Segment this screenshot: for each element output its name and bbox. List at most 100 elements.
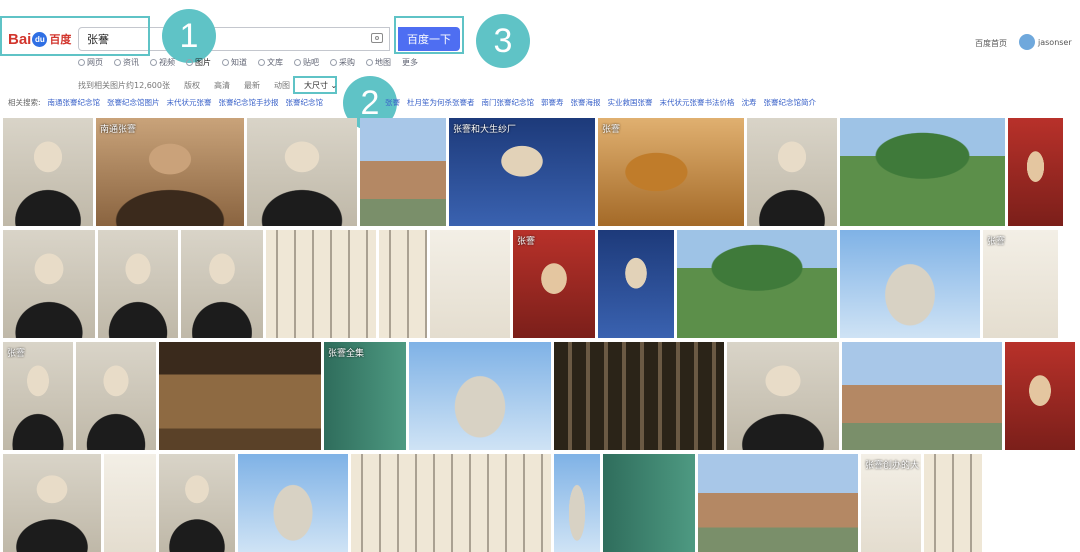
- tab-map[interactable]: 地图: [366, 57, 391, 68]
- related-link[interactable]: 杜月笙为何杀张謇者: [407, 97, 475, 108]
- filter-copyright[interactable]: 版权: [184, 80, 200, 91]
- image-thumbnail[interactable]: [840, 118, 1005, 226]
- related-link[interactable]: 张謇纪念馆简介: [764, 97, 817, 108]
- thumbnail-caption: 张謇: [517, 237, 536, 247]
- image-thumbnail[interactable]: [3, 454, 101, 552]
- image-thumbnail[interactable]: [360, 118, 446, 226]
- thumbnail-caption: 张謇全集: [328, 349, 365, 359]
- tab-caigou[interactable]: 采购: [330, 57, 355, 68]
- image-thumbnail[interactable]: [104, 454, 156, 552]
- image-thumbnail[interactable]: 南通张謇: [96, 118, 244, 226]
- related-link[interactable]: 张謇海报: [571, 97, 601, 108]
- thumbnail-caption: 张謇: [987, 237, 1006, 247]
- image-thumbnail[interactable]: [677, 230, 837, 338]
- tab-zhidao[interactable]: 知道: [222, 57, 247, 68]
- image-thumbnail[interactable]: [98, 230, 178, 338]
- related-link[interactable]: 张謇: [385, 97, 400, 108]
- image-thumbnail[interactable]: [159, 342, 321, 450]
- image-thumbnail[interactable]: [747, 118, 837, 226]
- image-thumbnail[interactable]: [1008, 118, 1063, 226]
- image-thumbnail[interactable]: [351, 454, 551, 552]
- image-thumbnail[interactable]: 张謇创办的大: [861, 454, 921, 552]
- image-thumbnail[interactable]: 张謇: [3, 342, 73, 450]
- result-count: 找到相关图片约12,600张: [78, 81, 170, 90]
- tab-news[interactable]: 资讯: [114, 57, 139, 68]
- map-icon: [366, 59, 373, 66]
- forum-icon: [294, 59, 301, 66]
- image-thumbnail[interactable]: [1005, 342, 1075, 450]
- image-thumbnail[interactable]: 张謇: [513, 230, 595, 338]
- filter-animated[interactable]: 动图: [274, 80, 290, 91]
- image-thumbnail[interactable]: [840, 230, 980, 338]
- image-thumbnail[interactable]: [698, 454, 858, 552]
- image-thumbnail[interactable]: [554, 454, 600, 552]
- image-thumbnail[interactable]: [554, 342, 724, 450]
- image-thumbnail[interactable]: [409, 342, 551, 450]
- related-link[interactable]: 沈寿: [742, 97, 757, 108]
- image-thumbnail[interactable]: [3, 118, 93, 226]
- related-link[interactable]: 末代状元张謇书法价格: [660, 97, 735, 108]
- filter-hd[interactable]: 高清: [214, 80, 230, 91]
- tab-tieba[interactable]: 贴吧: [294, 57, 319, 68]
- image-thumbnail[interactable]: [159, 454, 235, 552]
- related-link[interactable]: 实业救国张謇: [608, 97, 653, 108]
- image-thumbnail[interactable]: [76, 342, 156, 450]
- image-thumbnail[interactable]: 张謇: [598, 118, 744, 226]
- news-icon: [114, 59, 121, 66]
- image-thumbnail[interactable]: [181, 230, 263, 338]
- filter-bar: 找到相关图片约12,600张 版权 高清 最新 动图 大尺寸 ⌄: [78, 80, 337, 91]
- size-dropdown[interactable]: 大尺寸 ⌄: [304, 80, 337, 91]
- thumbnail-caption: 张謇: [7, 349, 26, 359]
- related-link[interactable]: 张謇纪念馆图片: [107, 97, 160, 108]
- image-thumbnail[interactable]: [727, 342, 839, 450]
- image-thumbnail[interactable]: [3, 230, 95, 338]
- annotation-badge-1: 1: [162, 9, 216, 63]
- annotation-badge-3: 3: [476, 14, 530, 68]
- avatar[interactable]: [1019, 34, 1035, 50]
- tab-wenku[interactable]: 文库: [258, 57, 283, 68]
- related-link[interactable]: 郭謇寿: [541, 97, 564, 108]
- highlight-box-button: [394, 16, 464, 54]
- image-thumbnail[interactable]: 张謇和大生纱厂: [449, 118, 595, 226]
- home-link[interactable]: 百度首页: [975, 38, 1007, 49]
- thumbnail-caption: 张謇: [602, 125, 621, 135]
- camera-icon[interactable]: [371, 33, 383, 43]
- image-thumbnail[interactable]: 张謇全集: [324, 342, 406, 450]
- related-label: 相关搜索:: [8, 98, 41, 107]
- related-link[interactable]: 张謇纪念馆手抄报: [219, 97, 279, 108]
- related-gap: [330, 97, 378, 108]
- search-icon: [78, 59, 85, 66]
- related-link[interactable]: 末代状元张謇: [167, 97, 212, 108]
- image-icon: [186, 59, 193, 66]
- image-thumbnail[interactable]: 张謇: [983, 230, 1058, 338]
- related-link[interactable]: 张謇纪念馆: [286, 97, 324, 108]
- image-thumbnail[interactable]: [238, 454, 348, 552]
- tab-video[interactable]: 视频: [150, 57, 175, 68]
- image-thumbnail[interactable]: [598, 230, 674, 338]
- chevron-down-icon: ⌄: [330, 81, 338, 90]
- thumbnail-caption: 南通张謇: [100, 125, 137, 135]
- tab-image[interactable]: 图片: [186, 57, 211, 68]
- username[interactable]: jasonser: [1038, 38, 1072, 47]
- image-thumbnail[interactable]: [379, 230, 427, 338]
- filter-latest[interactable]: 最新: [244, 80, 260, 91]
- image-thumbnail[interactable]: [266, 230, 376, 338]
- thumbnail-caption: 张謇创办的大: [865, 461, 920, 471]
- highlight-box-search: [0, 16, 150, 56]
- video-icon: [150, 59, 157, 66]
- image-thumbnail[interactable]: [924, 454, 982, 552]
- cart-icon: [330, 59, 337, 66]
- related-link[interactable]: 南门张謇纪念馆: [482, 97, 535, 108]
- question-icon: [222, 59, 229, 66]
- thumbnail-caption: 张謇和大生纱厂: [453, 125, 517, 135]
- image-thumbnail[interactable]: [842, 342, 1002, 450]
- image-thumbnail[interactable]: [430, 230, 510, 338]
- doc-icon: [258, 59, 265, 66]
- related-searches: 相关搜索: 南通张謇纪念馆 张謇纪念馆图片 末代状元张謇 张謇纪念馆手抄报 张謇…: [8, 97, 816, 108]
- image-thumbnail[interactable]: [247, 118, 357, 226]
- nav-tabs: 网页 资讯 视频 图片 知道 文库 贴吧 采购 地图 更多: [78, 57, 418, 68]
- related-link[interactable]: 南通张謇纪念馆: [48, 97, 101, 108]
- tab-more[interactable]: 更多: [402, 57, 418, 68]
- image-thumbnail[interactable]: [603, 454, 695, 552]
- tab-web[interactable]: 网页: [78, 57, 103, 68]
